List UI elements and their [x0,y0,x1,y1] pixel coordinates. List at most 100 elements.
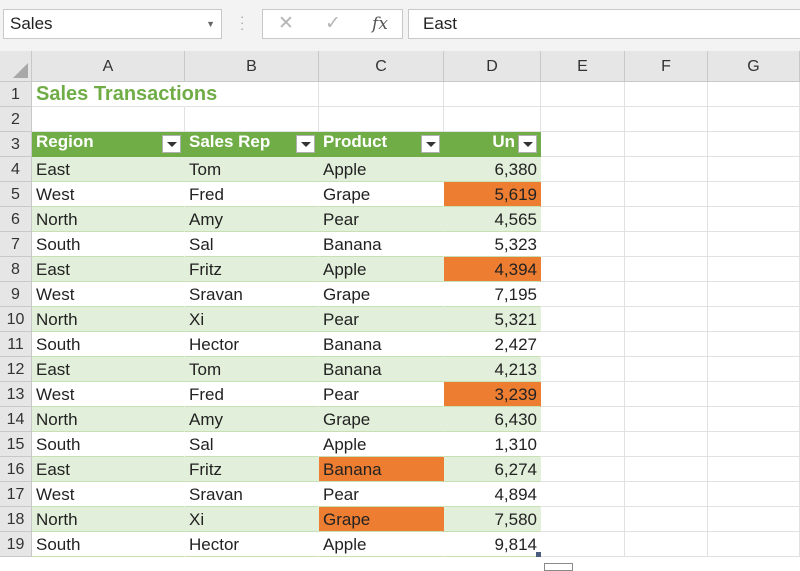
column-header-a[interactable]: A [32,51,185,82]
cell[interactable] [708,407,800,432]
row-header-18[interactable]: 18 [0,507,32,532]
cell[interactable] [625,82,708,107]
row-header-3[interactable]: 3 [0,132,32,157]
column-header-f[interactable]: F [625,51,708,82]
cell[interactable] [625,182,708,207]
cell[interactable] [708,432,800,457]
row-header-12[interactable]: 12 [0,357,32,382]
table-cell-region[interactable]: East [32,357,185,382]
table-cell-rep[interactable]: Sal [185,432,319,457]
cell[interactable] [541,532,625,557]
cell[interactable] [625,457,708,482]
table-cell-product[interactable]: Pear [319,307,444,332]
table-cell-product[interactable]: Grape [319,507,444,532]
cell[interactable] [625,232,708,257]
cell[interactable] [541,182,625,207]
table-cell-units[interactable]: 4,565 [444,207,541,232]
table-cell-units[interactable]: 7,580 [444,507,541,532]
table-cell-rep[interactable]: Xi [185,507,319,532]
table-cell-region[interactable]: East [32,457,185,482]
cell[interactable] [541,457,625,482]
table-cell-rep[interactable]: Sal [185,232,319,257]
cell[interactable] [708,182,800,207]
table-cell-units[interactable]: 6,430 [444,407,541,432]
table-cell-region[interactable]: North [32,407,185,432]
table-cell-region[interactable]: North [32,207,185,232]
cell[interactable] [541,107,625,132]
table-cell-product[interactable]: Pear [319,207,444,232]
table-cell-product[interactable]: Grape [319,182,444,207]
cell[interactable] [708,482,800,507]
row-header-5[interactable]: 5 [0,182,32,207]
table-cell-rep[interactable]: Xi [185,307,319,332]
cell[interactable] [541,357,625,382]
chevron-down-icon[interactable]: ▼ [206,10,215,38]
table-cell-region[interactable]: West [32,382,185,407]
cell[interactable] [625,257,708,282]
cell[interactable] [708,357,800,382]
table-cell-product[interactable]: Banana [319,457,444,482]
cell[interactable] [541,507,625,532]
table-cell-region[interactable]: South [32,532,185,557]
row-header-11[interactable]: 11 [0,332,32,357]
row-header-10[interactable]: 10 [0,307,32,332]
table-cell-rep[interactable]: Hector [185,332,319,357]
enter-icon[interactable]: ✓ [318,10,348,38]
cell[interactable] [625,432,708,457]
formula-input[interactable]: East [408,9,800,39]
cell[interactable] [541,432,625,457]
table-cell-region[interactable]: West [32,482,185,507]
table-cell-product[interactable]: Banana [319,357,444,382]
cell[interactable] [708,457,800,482]
sheet-title[interactable]: Sales Transactions [32,82,217,107]
filter-dropdown-button[interactable] [296,135,315,153]
cell[interactable] [625,407,708,432]
table-cell-rep[interactable]: Fred [185,382,319,407]
table-cell-region[interactable]: North [32,307,185,332]
quick-analysis-button[interactable] [544,563,573,571]
table-cell-region[interactable]: West [32,182,185,207]
table-cell-product[interactable]: Apple [319,257,444,282]
table-cell-region[interactable]: East [32,157,185,182]
table-cell-product[interactable]: Banana [319,232,444,257]
insert-function-icon[interactable]: fx [365,10,395,38]
row-header-4[interactable]: 4 [0,157,32,182]
cell[interactable] [625,307,708,332]
cell[interactable] [708,507,800,532]
cell[interactable] [708,82,800,107]
table-cell-product[interactable]: Grape [319,282,444,307]
table-cell-rep[interactable]: Hector [185,532,319,557]
row-header-15[interactable]: 15 [0,432,32,457]
cell[interactable] [541,307,625,332]
table-cell-product[interactable]: Apple [319,432,444,457]
table-header-sales-rep[interactable]: Sales Rep [185,132,319,157]
cell[interactable] [541,132,625,157]
table-cell-rep[interactable]: Tom [185,357,319,382]
table-cell-rep[interactable]: Sravan [185,482,319,507]
table-cell-region[interactable]: East [32,257,185,282]
table-cell-units[interactable]: 4,213 [444,357,541,382]
cell[interactable] [541,207,625,232]
table-cell-rep[interactable]: Tom [185,157,319,182]
row-header-6[interactable]: 6 [0,207,32,232]
cell[interactable] [319,107,444,132]
cell[interactable] [625,532,708,557]
cell[interactable] [708,132,800,157]
cell[interactable] [625,132,708,157]
cell[interactable] [625,107,708,132]
cell[interactable] [444,82,541,107]
table-header-region[interactable]: Region [32,132,185,157]
row-header-16[interactable]: 16 [0,457,32,482]
cell[interactable] [625,507,708,532]
table-cell-rep[interactable]: Fred [185,182,319,207]
table-cell-rep[interactable]: Fritz [185,257,319,282]
cell[interactable] [708,282,800,307]
cell[interactable] [708,382,800,407]
row-header-8[interactable]: 8 [0,257,32,282]
cell[interactable] [541,332,625,357]
table-cell-region[interactable]: North [32,507,185,532]
table-cell-product[interactable]: Pear [319,382,444,407]
cell[interactable] [708,232,800,257]
table-cell-units[interactable]: 1,310 [444,432,541,457]
table-cell-rep[interactable]: Sravan [185,282,319,307]
